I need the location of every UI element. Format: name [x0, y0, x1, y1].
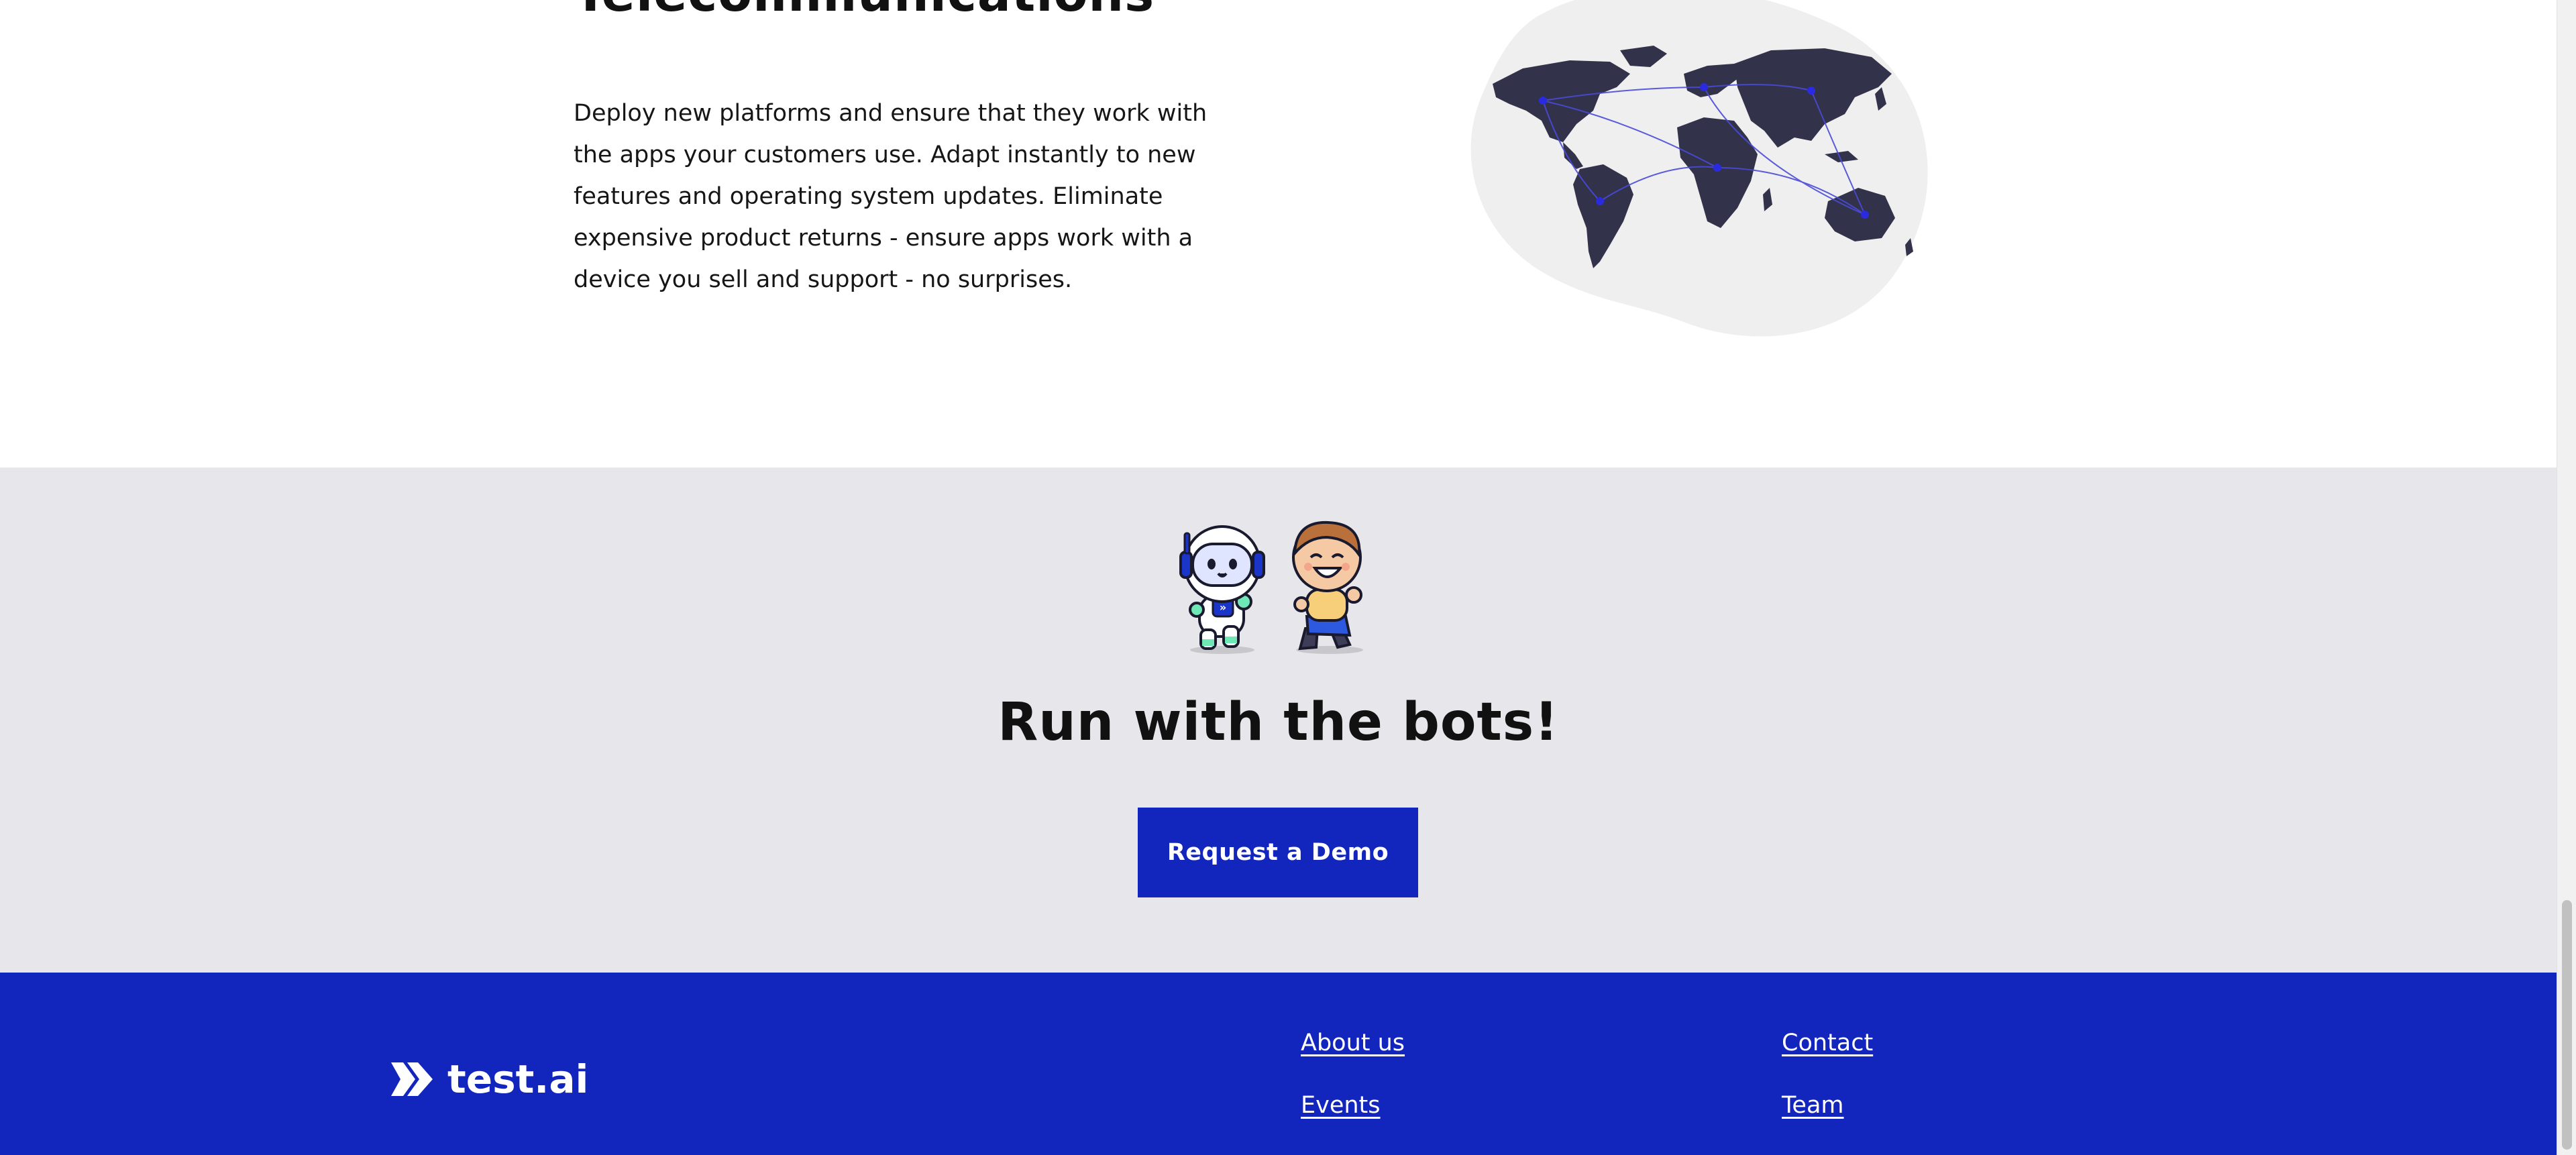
section-title: Telecommunications: [574, 0, 1155, 23]
robot-icon: »: [1179, 525, 1265, 654]
footer-link-about-us[interactable]: About us: [1301, 1030, 1405, 1056]
logo-text: test.ai: [447, 1056, 589, 1102]
test-ai-logo-icon: [391, 1062, 433, 1096]
page-scrollbar[interactable]: [2557, 0, 2576, 1155]
request-demo-button[interactable]: Request a Demo: [1138, 808, 1418, 897]
section-description: Deploy new platforms and ensure that the…: [574, 100, 1208, 293]
page: Telecommunications Deploy new platforms …: [0, 0, 2576, 1155]
world-map-illustration: [1470, 0, 1928, 337]
footer-link-events[interactable]: Events: [1301, 1092, 1381, 1119]
boy-icon: [1292, 520, 1363, 654]
cta-section: » Run with the bots! Request a Demo: [0, 468, 2557, 973]
footer: test.ai About us Events Contact Team: [0, 973, 2557, 1155]
footer-link-team[interactable]: Team: [1782, 1092, 1844, 1119]
footer-link-contact[interactable]: Contact: [1782, 1030, 1873, 1056]
scrollbar-thumb[interactable]: [2562, 900, 2572, 1150]
robot-and-boy-illustration: »: [1179, 520, 1363, 654]
footer-logo[interactable]: test.ai: [391, 1056, 588, 1102]
telecommunications-section: Telecommunications Deploy new platforms …: [0, 0, 2557, 468]
cta-title: Run with the bots!: [998, 692, 1559, 753]
